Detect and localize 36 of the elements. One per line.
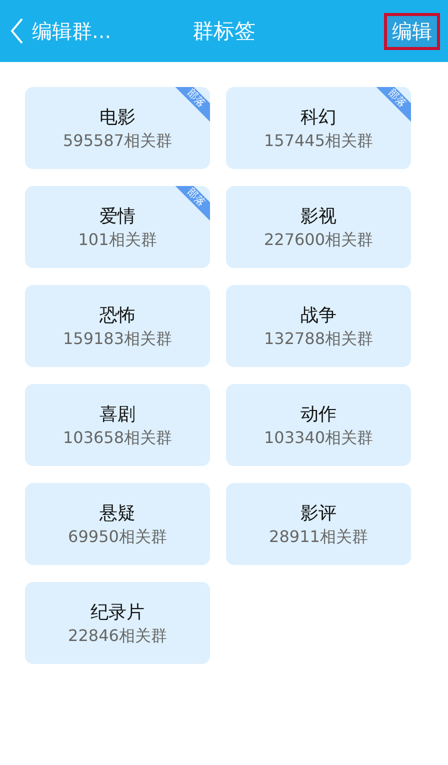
- tag-card[interactable]: 恐怖 159183相关群: [25, 285, 210, 367]
- tag-card[interactable]: 喜剧 103658相关群: [25, 384, 210, 466]
- tag-name: 电影: [100, 106, 136, 128]
- tag-card[interactable]: 战争 132788相关群: [226, 285, 411, 367]
- group-count: 159183相关群: [62, 328, 172, 350]
- group-count: 103340相关群: [264, 428, 374, 448]
- group-count: 28911相关群: [269, 526, 368, 548]
- tag-name: 爱情: [100, 204, 136, 228]
- tag-name: 纪录片: [90, 600, 144, 624]
- tag-name: 喜剧: [100, 402, 136, 426]
- tag-card[interactable]: 影视 227600相关群: [226, 186, 411, 268]
- tag-card[interactable]: 动作 103340相关群: [226, 384, 411, 466]
- back-icon: [10, 17, 24, 45]
- tag-name: 动作: [300, 402, 336, 426]
- tag-name: 恐怖: [100, 304, 136, 326]
- tag-name: 科幻: [300, 106, 336, 128]
- tag-name: 影视: [300, 204, 336, 228]
- tag-card[interactable]: 悬疑 69950相关群: [25, 483, 210, 565]
- tag-card[interactable]: 爱情 101相关群 部落: [25, 186, 210, 268]
- group-count: 132788相关群: [264, 328, 374, 350]
- page-title: 群标签: [192, 18, 256, 45]
- back-label: 编辑群...: [32, 18, 112, 44]
- group-count: 595587相关群: [62, 130, 172, 152]
- tag-name: 悬疑: [100, 502, 136, 524]
- group-count: 101相关群: [78, 230, 157, 250]
- tag-card[interactable]: 电影 595587相关群 部落: [25, 87, 210, 169]
- group-count: 227600相关群: [264, 230, 374, 250]
- group-count: 69950相关群: [68, 526, 167, 548]
- tag-card[interactable]: 影评 28911相关群: [226, 483, 411, 565]
- tag-name: 战争: [300, 304, 336, 326]
- group-count: 157445相关群: [264, 130, 374, 152]
- tag-card[interactable]: 科幻 157445相关群 部落: [226, 87, 411, 169]
- tag-name: 影评: [300, 502, 336, 524]
- group-count: 103658相关群: [62, 428, 172, 448]
- tag-card[interactable]: 纪录片 22846相关群: [25, 582, 210, 664]
- group-count: 22846相关群: [68, 626, 167, 646]
